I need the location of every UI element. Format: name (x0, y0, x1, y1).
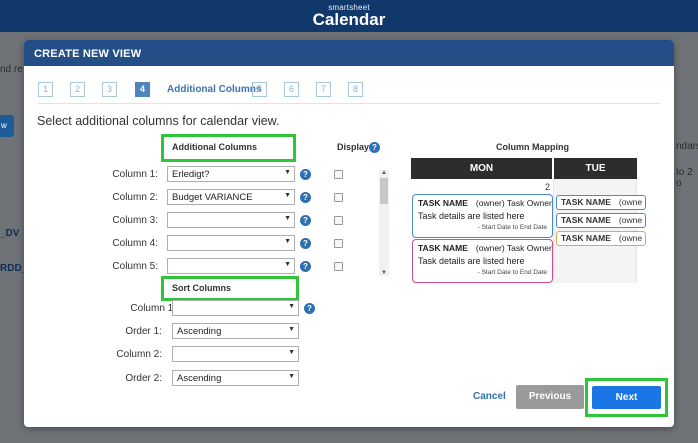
order-1-select[interactable]: Ascending ▼ (172, 323, 299, 339)
divider (38, 103, 660, 104)
scroll-up-icon[interactable]: ▲ (381, 170, 387, 176)
day-header-mon: MON (411, 158, 553, 179)
task-owner-label: (owner) Task Owner (475, 243, 552, 253)
app-header: smartsheet Calendar (0, 0, 698, 32)
step-4[interactable]: 4 (135, 82, 150, 97)
step-2[interactable]: 2 (70, 82, 85, 97)
column-5-select[interactable]: ▼ (167, 258, 295, 274)
task-owner-label: (owne (618, 215, 643, 225)
display-checkbox-3[interactable] (334, 216, 343, 225)
dropdown-arrow-icon: ▼ (284, 169, 291, 176)
columns-scrollbar[interactable]: ▲ ▼ (379, 170, 389, 276)
sort-column-1-label: Column 1: (130, 303, 176, 314)
step-3[interactable]: 3 (102, 82, 117, 97)
column-1-value: Erledigt? (172, 169, 210, 180)
order-1-label: Order 1: (125, 326, 162, 337)
column-4-select[interactable]: ▼ (167, 235, 295, 251)
help-icon[interactable]: ? (300, 215, 311, 226)
sort-column-2-label: Column 2: (116, 349, 162, 360)
task-name-label: TASK NAME (561, 215, 611, 225)
task-name-label: TASK NAME (561, 197, 611, 207)
help-icon[interactable]: ? (304, 303, 315, 314)
sort-column-2-select[interactable]: ▼ (172, 346, 299, 362)
step-4-label: Additional Columns (167, 84, 262, 95)
display-label: Display (337, 142, 370, 152)
next-button[interactable]: Next (592, 386, 661, 409)
day-header-tue: TUE (554, 158, 637, 179)
dropdown-arrow-icon: ▼ (284, 261, 291, 268)
task-name-label: TASK NAME (418, 243, 468, 253)
order-2-label: Order 2: (125, 373, 162, 384)
background-link[interactable]: _DV (0, 228, 19, 239)
column-2-value: Budget VARIANCE (172, 192, 253, 203)
column-1-select[interactable]: Erledigt? ▼ (167, 166, 295, 182)
column-1-label: Column 1: (112, 169, 158, 180)
scroll-down-icon[interactable]: ▼ (381, 270, 387, 276)
column-5-label: Column 5: (112, 261, 158, 272)
column-3-label: Column 3: (112, 215, 158, 226)
brand-calendar: Calendar (312, 10, 386, 29)
task-preview-mini: TASK NAME (owne (556, 213, 646, 228)
instruction-text: Select additional columns for calendar v… (37, 114, 280, 128)
display-checkbox-1[interactable] (334, 170, 343, 179)
help-icon[interactable]: ? (300, 169, 311, 180)
scroll-thumb[interactable] (380, 178, 388, 204)
order-2-value: Ascending (177, 373, 222, 384)
help-icon[interactable]: ? (300, 238, 311, 249)
task-details: Task details are listed here (418, 256, 525, 266)
order-1-value: Ascending (177, 326, 222, 337)
task-owner-label: (owne (618, 233, 643, 243)
task-name-label: TASK NAME (561, 233, 611, 243)
background-text: to 2 o (676, 167, 693, 189)
column-3-select[interactable]: ▼ (167, 212, 295, 228)
step-5[interactable]: 5 (252, 82, 267, 97)
order-2-select[interactable]: Ascending ▼ (172, 370, 299, 386)
display-checkbox-2[interactable] (334, 193, 343, 202)
task-preview-mini: TASK NAME (owne (556, 195, 646, 210)
help-icon[interactable]: ? (369, 142, 380, 153)
help-icon[interactable]: ? (300, 192, 311, 203)
task-preview-card: TASK NAME (owner) Task Owner Task details… (412, 239, 553, 283)
cancel-button[interactable]: Cancel (473, 391, 506, 402)
step-1[interactable]: 1 (38, 82, 53, 97)
dropdown-arrow-icon: ▼ (284, 215, 291, 222)
sort-columns-title: Sort Columns (172, 283, 232, 293)
column-mapping-title: Column Mapping (496, 142, 569, 152)
background-text: nd re (0, 64, 23, 75)
background-text: ndars (676, 141, 698, 152)
dropdown-arrow-icon: ▼ (284, 192, 291, 199)
additional-columns-title: Additional Columns (172, 142, 257, 152)
dropdown-arrow-icon: ▼ (288, 373, 295, 380)
task-name-label: TASK NAME (418, 198, 468, 208)
column-2-select[interactable]: Budget VARIANCE ▼ (167, 189, 295, 205)
dropdown-arrow-icon: ▼ (288, 326, 295, 333)
task-owner-label: (owner) Task Owner (475, 198, 552, 208)
create-view-modal: CREATE NEW VIEW 1 2 3 4 Additional Colum… (24, 40, 674, 427)
dropdown-arrow-icon: ▼ (288, 349, 295, 356)
sort-column-1-select[interactable]: ▼ (172, 300, 299, 316)
task-dates: - Start Date to End Date (477, 224, 547, 231)
task-details: Task details are listed here (418, 211, 525, 221)
previous-button[interactable]: Previous (516, 385, 584, 409)
task-owner-label: (owne (618, 197, 643, 207)
dropdown-arrow-icon: ▼ (284, 238, 291, 245)
task-preview-mini: TASK NAME (owne (556, 231, 646, 246)
task-preview-card: TASK NAME (owner) Task Owner Task details… (412, 194, 553, 238)
display-checkbox-5[interactable] (334, 262, 343, 271)
day-number: 2 (545, 182, 551, 192)
background-button[interactable]: w (0, 115, 14, 137)
dropdown-arrow-icon: ▼ (288, 303, 295, 310)
display-checkbox-4[interactable] (334, 239, 343, 248)
step-6[interactable]: 6 (284, 82, 299, 97)
column-4-label: Column 4: (112, 238, 158, 249)
step-8[interactable]: 8 (348, 82, 363, 97)
column-2-label: Column 2: (112, 192, 158, 203)
task-dates: - Start Date to End Date (477, 269, 547, 276)
modal-title: CREATE NEW VIEW (24, 40, 674, 66)
help-icon[interactable]: ? (300, 261, 311, 272)
step-7[interactable]: 7 (316, 82, 331, 97)
